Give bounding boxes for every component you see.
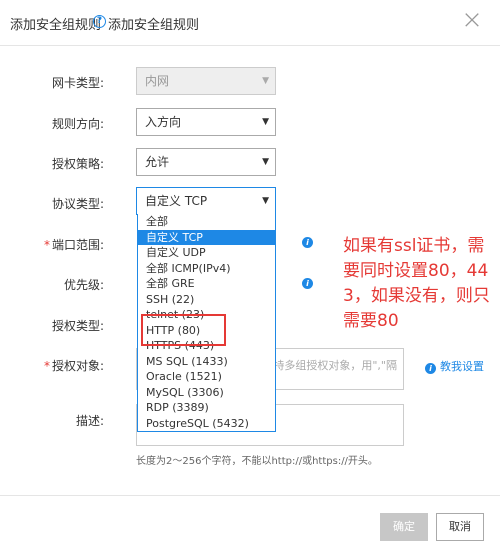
policy-select[interactable]: 允许 ▼ <box>136 148 276 176</box>
direction-label: 规则方向: <box>51 117 104 131</box>
cancel-button[interactable]: 取消 <box>436 513 484 541</box>
dialog-title: 添加安全组规则 <box>10 18 102 33</box>
protocol-option[interactable]: MS SQL (1433) <box>138 354 275 370</box>
protocol-option[interactable]: SSH (22) <box>138 292 275 308</box>
auth-type-label: 授权类型: <box>51 319 104 333</box>
protocol-value: 自定义 TCP <box>145 194 208 208</box>
protocol-option[interactable]: Redis (6379) <box>138 431 275 432</box>
protocol-option[interactable]: 全部 <box>138 214 275 230</box>
priority-label: 优先级: <box>63 278 104 292</box>
highlight-box <box>141 314 226 346</box>
description-label: 描述: <box>75 414 104 428</box>
chevron-down-icon: ▼ <box>262 117 269 127</box>
protocol-option[interactable]: 自定义 UDP <box>138 245 275 261</box>
protocol-select[interactable]: 自定义 TCP ▼ <box>136 187 276 215</box>
auth-target-label: * 授权对象: <box>43 359 104 373</box>
protocol-label: 协议类型: <box>51 197 104 211</box>
close-icon[interactable]: × <box>460 7 484 33</box>
protocol-option[interactable]: PostgreSQL (5432) <box>138 416 275 432</box>
port-range-label: * 端口范围: <box>43 238 104 252</box>
nic-type-label: 网卡类型: <box>51 76 104 90</box>
direction-select[interactable]: 入方向 ▼ <box>136 108 276 136</box>
protocol-option[interactable]: 全部 GRE <box>138 276 275 292</box>
direction-value: 入方向 <box>145 115 182 129</box>
nic-type-value: 内网 <box>145 74 170 88</box>
annotation-text: 如果有ssl证书，需要同时设置80，443，如果没有，则只需要80 <box>343 236 490 331</box>
help-link[interactable]: 添加安全组规则 <box>108 14 199 33</box>
info-icon[interactable]: i <box>302 237 313 248</box>
protocol-option[interactable]: 全部 ICMP(IPv4) <box>138 261 275 277</box>
protocol-option[interactable]: Oracle (1521) <box>138 369 275 385</box>
protocol-option[interactable]: RDP (3389) <box>138 400 275 416</box>
policy-label: 授权策略: <box>51 157 104 171</box>
chevron-down-icon: ▼ <box>262 196 269 206</box>
nic-type-select: 内网 ▼ <box>136 67 276 95</box>
info-icon[interactable]: i <box>302 278 313 289</box>
policy-value: 允许 <box>145 155 170 169</box>
auth-target-placeholder: 支持多组授权对象，用","隔 <box>262 359 397 372</box>
tutorial-link[interactable]: i 教我设置 <box>425 358 484 374</box>
chevron-down-icon: ▼ <box>262 157 269 167</box>
protocol-option[interactable]: 自定义 TCP <box>138 229 275 245</box>
confirm-button[interactable]: 确定 <box>380 513 428 541</box>
help-icon[interactable]: ? <box>93 15 106 28</box>
chevron-down-icon: ▼ <box>262 76 269 86</box>
dialog-header: 添加安全组规则 ? 添加安全组规则 × <box>0 0 500 46</box>
protocol-option[interactable]: MySQL (3306) <box>138 385 275 401</box>
info-icon: i <box>425 363 436 374</box>
description-hint: 长度为2～256个字符，不能以http://或https://开头。 <box>136 456 378 467</box>
